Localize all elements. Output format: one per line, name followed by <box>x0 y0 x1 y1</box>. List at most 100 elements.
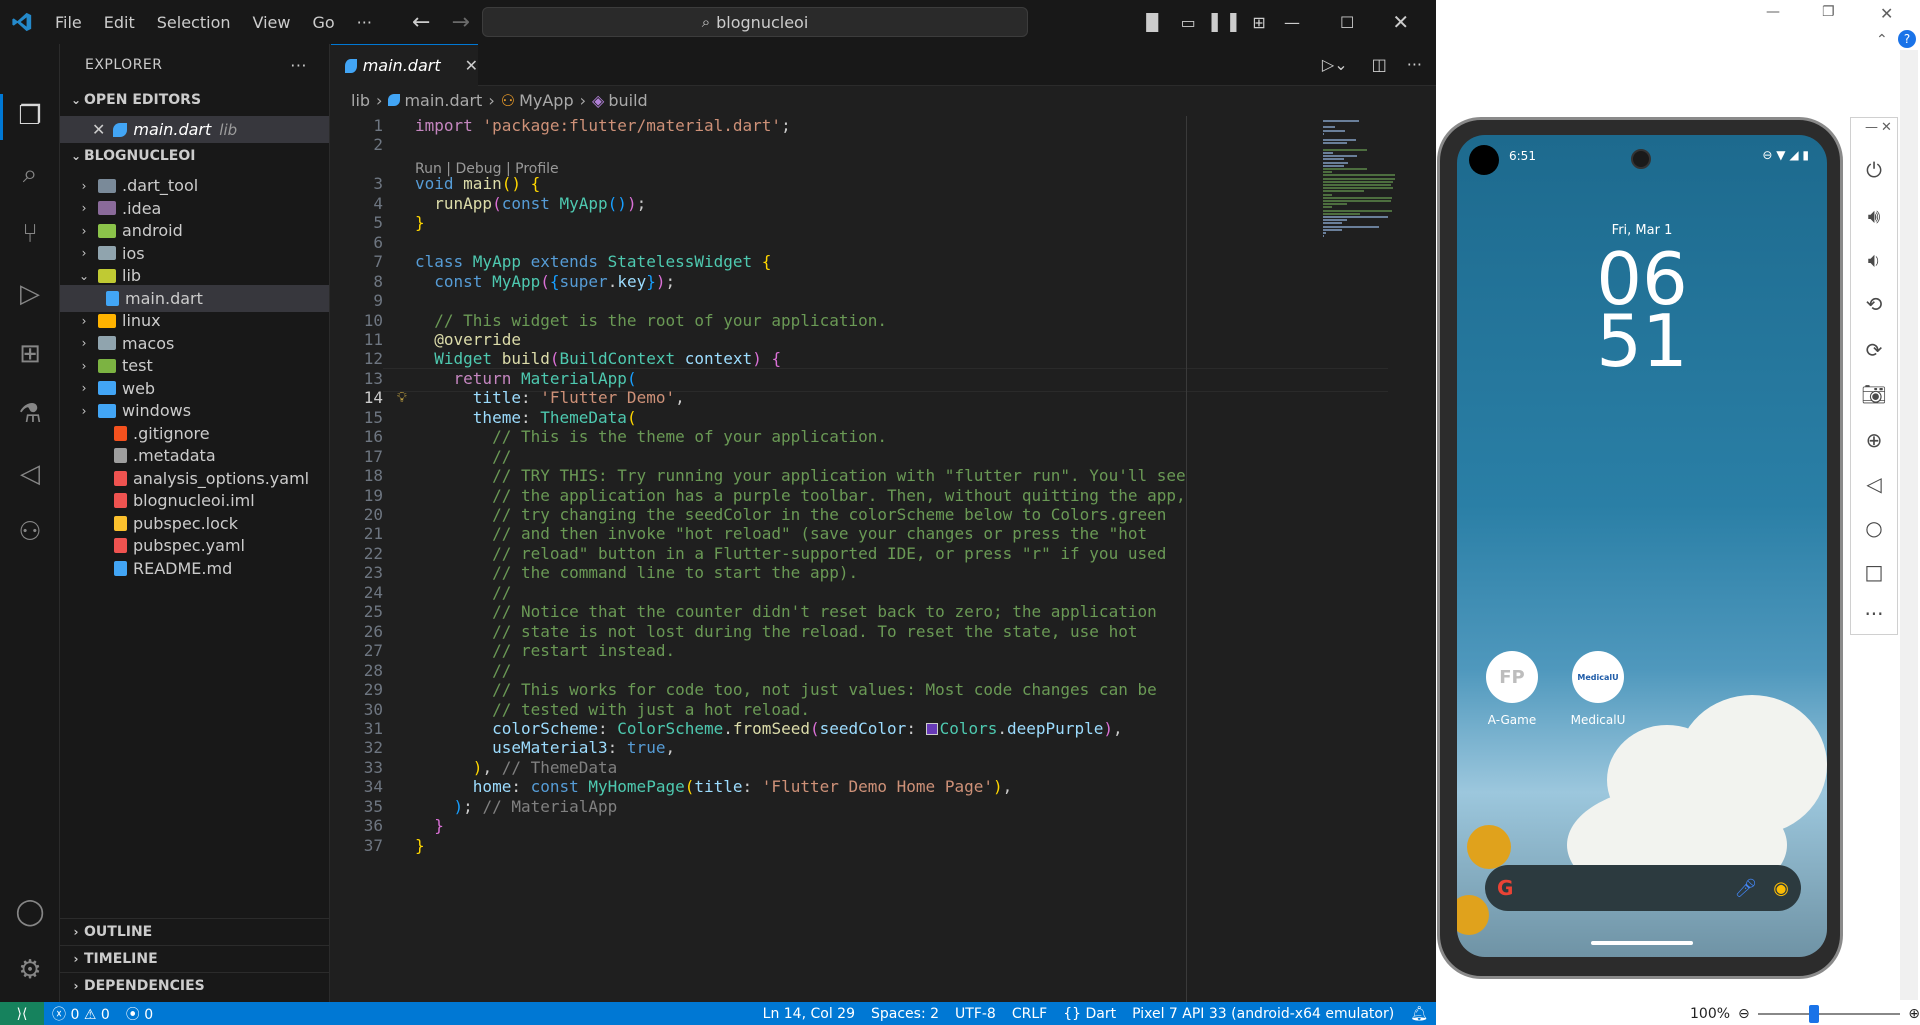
notifications-bell-icon[interactable]: 🔔︎ <box>1402 1006 1436 1022</box>
power-icon[interactable]: ⏻ <box>1851 158 1897 182</box>
tree-item[interactable]: README.md <box>60 555 329 582</box>
panel-minimize-icon[interactable]: — <box>1865 120 1878 135</box>
menu-view[interactable]: View <box>242 13 302 32</box>
medicalu-icon: MedicalU <box>1572 651 1624 703</box>
google-search-bar[interactable]: G 🎤︎ ◉ <box>1485 865 1801 911</box>
remote-indicator-icon[interactable]: ⟩⟨ <box>0 1002 44 1025</box>
tab-close-icon[interactable]: ✕ <box>465 56 478 75</box>
tab-main-dart[interactable]: main.dart ✕ <box>331 44 478 86</box>
breadcrumb-method[interactable]: build <box>608 91 647 110</box>
toggle-secondary-sidebar-icon[interactable]: ▌▐ <box>1212 13 1237 32</box>
explorer-icon[interactable]: ❐ <box>14 100 46 132</box>
flutter-icon[interactable]: ◁ <box>14 458 46 490</box>
maximize-icon[interactable]: ☐ <box>1340 13 1354 32</box>
code-token: const <box>434 271 493 291</box>
extensions-icon[interactable]: ⊞ <box>14 338 46 370</box>
code-area[interactable]: 1 import 'package:flutter/material.dart';… <box>331 116 1436 1002</box>
code-token: ) <box>655 271 666 291</box>
help-icon[interactable]: ? <box>1898 30 1916 48</box>
settings-gear-icon[interactable]: ⚙ <box>14 954 46 986</box>
more-menu-button[interactable]: ··· <box>346 13 383 32</box>
panel-close-icon[interactable]: ✕ <box>1881 120 1892 135</box>
breadcrumb-folder[interactable]: lib <box>351 91 370 110</box>
app-a-game[interactable]: FP A-Game <box>1477 651 1547 727</box>
customize-layout-icon[interactable]: ⊞ <box>1252 13 1265 32</box>
lens-camera-icon[interactable]: ◉ <box>1773 878 1789 899</box>
run-debug-dropdown-icon[interactable]: ▷⌄ <box>1322 55 1348 74</box>
breadcrumb-file[interactable]: main.dart <box>404 91 482 110</box>
testing-icon[interactable]: ⚗ <box>14 398 46 430</box>
run-debug-icon[interactable]: ▷ <box>14 278 46 310</box>
search-icon[interactable]: ⌕ <box>14 158 46 190</box>
open-editors-section[interactable]: ⌄ OPEN EDITORS <box>60 88 329 112</box>
outline-section[interactable]: › OUTLINE <box>60 918 329 945</box>
zoom-icon[interactable]: ⊕ <box>1851 428 1897 452</box>
overview-icon[interactable]: □ <box>1851 560 1897 584</box>
volume-up-icon[interactable]: 🔊︎ <box>1851 204 1897 228</box>
close-icon[interactable]: ✕ <box>1392 10 1409 34</box>
code-token: key <box>617 271 647 291</box>
home-icon[interactable]: ○ <box>1851 516 1897 540</box>
menu-go[interactable]: Go <box>301 13 345 32</box>
close-editor-icon[interactable]: ✕ <box>92 120 105 139</box>
folder-icon <box>98 313 116 328</box>
code-token: // Notice that the counter didn't reset … <box>415 602 1157 622</box>
phone-screen[interactable]: 6:51 ⊖ ▼ ◢ ▮ Fri, Mar 1 06 51 FP A-Game … <box>1457 135 1827 957</box>
zoom-out-icon[interactable]: ⊖ <box>1738 1006 1750 1022</box>
more-options-icon[interactable]: ··· <box>1851 602 1897 626</box>
split-editor-icon[interactable]: ◫ <box>1372 55 1387 74</box>
explorer-more-icon[interactable]: ··· <box>290 56 307 75</box>
emulator-restore-icon[interactable]: ❐ <box>1822 4 1835 20</box>
dependencies-section[interactable]: › DEPENDENCIES <box>60 972 329 999</box>
wifi-icon: ▼ <box>1776 148 1786 162</box>
emulator-minimize-icon[interactable]: — <box>1766 4 1780 20</box>
problems-indicator[interactable]: ⓧ 0 ⚠ 0 <box>44 1004 118 1024</box>
indentation[interactable]: Spaces: 2 <box>863 1006 947 1022</box>
device-selector[interactable]: Pixel 7 API 33 (android-x64 emulator) <box>1124 1006 1402 1022</box>
toggle-panel-icon[interactable]: ▭ <box>1181 13 1196 32</box>
minimap[interactable] <box>1321 116 1421 376</box>
language-mode[interactable]: {} Dart <box>1055 1006 1124 1022</box>
app-medicalu[interactable]: MedicalU MedicalU <box>1563 651 1633 727</box>
emulator-collapse-icon[interactable]: ⌃ <box>1876 32 1888 48</box>
zoom-slider-thumb[interactable] <box>1808 1004 1819 1023</box>
breadcrumb-class[interactable]: MyApp <box>519 91 574 110</box>
volume-down-icon[interactable]: 🔉︎ <box>1851 248 1897 272</box>
zoom-slider[interactable] <box>1757 1004 1901 1023</box>
editor-more-icon[interactable]: ··· <box>1407 55 1422 74</box>
menu-file[interactable]: File <box>44 13 93 32</box>
code-token: title <box>472 388 521 408</box>
account-icon[interactable]: ◯ <box>14 896 46 928</box>
screenshot-camera-icon[interactable]: 📷︎ <box>1851 382 1897 406</box>
folder-icon <box>98 178 116 193</box>
minimize-icon[interactable]: — <box>1284 13 1300 32</box>
ports-indicator[interactable]: ⦿ 0 <box>118 1004 161 1024</box>
microphone-icon[interactable]: 🎤︎ <box>1734 878 1757 899</box>
minimap-line <box>1323 225 1379 228</box>
emulator-close-icon[interactable]: ✕ <box>1880 4 1893 23</box>
color-swatch[interactable] <box>925 722 938 735</box>
rotate-left-icon[interactable]: ⟲ <box>1851 292 1897 316</box>
forward-arrow-icon[interactable]: → <box>451 10 469 35</box>
lightbulb-icon[interactable]: 💡︎ <box>397 386 407 410</box>
cursor-position[interactable]: Ln 14, Col 29 <box>755 1006 863 1022</box>
open-editor-main-dart[interactable]: ✕ main.dart lib <box>60 116 329 143</box>
dart-file-icon <box>345 58 357 73</box>
encoding[interactable]: UTF-8 <box>947 1006 1004 1022</box>
source-control-icon[interactable]: ⑂ <box>14 218 46 250</box>
rotate-right-icon[interactable]: ⟳ <box>1851 338 1897 362</box>
back-arrow-icon[interactable]: ← <box>412 10 430 35</box>
zoom-in-icon[interactable]: ⊕ <box>1908 1006 1920 1022</box>
line-ending[interactable]: CRLF <box>1004 1006 1055 1022</box>
remote-icon[interactable]: ⚇ <box>14 516 46 548</box>
emulator-scrollbar[interactable] <box>1900 50 1918 1000</box>
back-icon[interactable]: ◁ <box>1851 472 1897 496</box>
layout-controls: ▐▌ ▭ ▌▐ ⊞ <box>1140 0 1266 44</box>
project-section[interactable]: ⌄ BLOGNUCLEOI <box>60 144 329 168</box>
timeline-section[interactable]: › TIMELINE <box>60 945 329 972</box>
command-center-search[interactable]: ⌕ blognucleoi <box>482 7 1028 37</box>
menu-selection[interactable]: Selection <box>146 13 242 32</box>
gesture-nav-bar[interactable] <box>1591 941 1693 945</box>
toggle-sidebar-icon[interactable]: ▐▌ <box>1140 13 1165 32</box>
menu-edit[interactable]: Edit <box>93 13 146 32</box>
